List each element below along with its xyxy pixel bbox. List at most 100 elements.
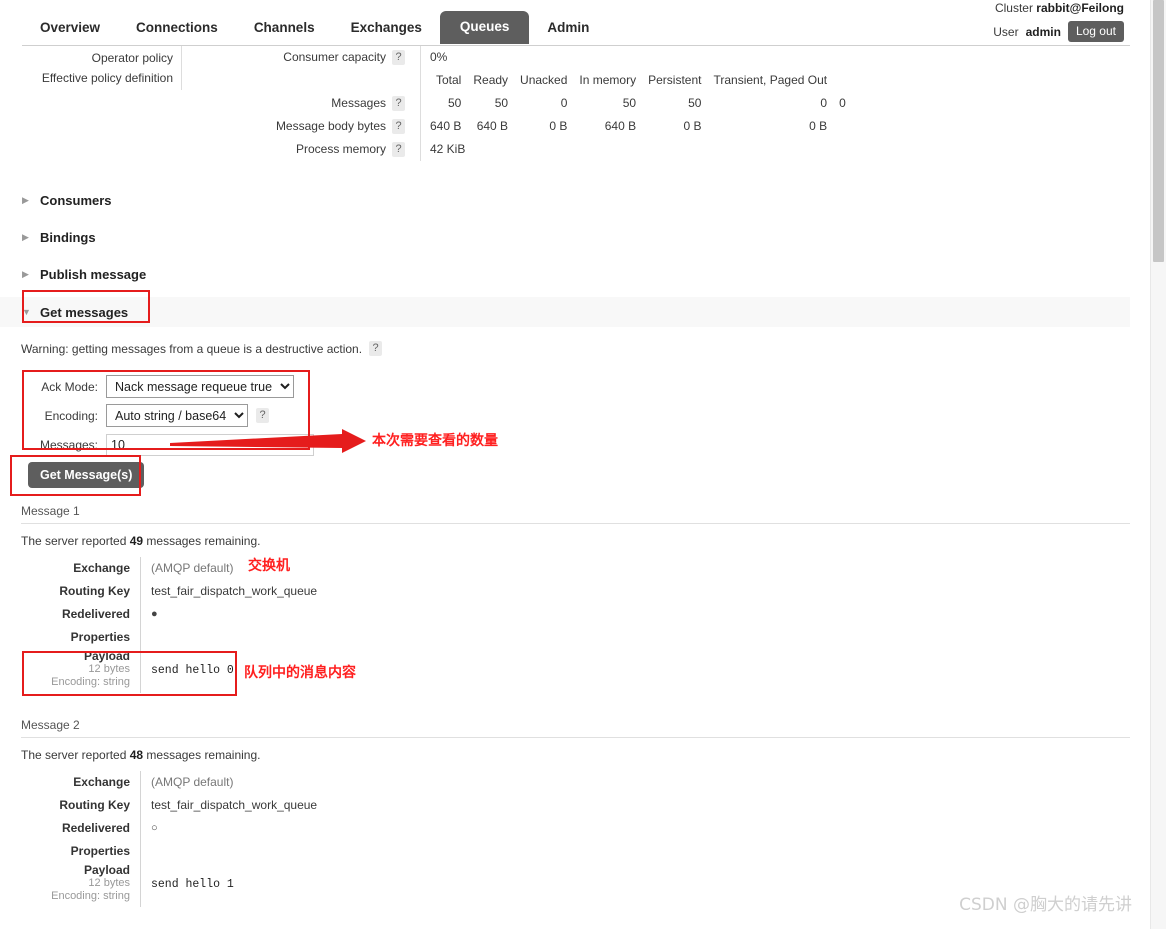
stats-table: 0% Total Ready Unacked In memory Persist… — [424, 46, 852, 161]
sidebar-item-consumers[interactable]: ▶ Consumers — [0, 185, 1130, 215]
process-memory-value: 42 KiB — [430, 142, 466, 156]
properties-label: Properties — [70, 630, 130, 644]
messages-total: 50 — [448, 96, 462, 110]
process-memory-row-label: Process memory ? — [190, 138, 405, 161]
encoding-select[interactable]: Auto string / base64 — [106, 404, 248, 427]
page-root: Overview Connections Channels Exchanges … — [0, 0, 1166, 929]
col-unacked: Unacked — [520, 73, 568, 87]
stat-label-spacer — [190, 69, 405, 92]
messages-row-label: Messages ? — [190, 92, 405, 115]
annotation-exchange: 交换机 — [248, 558, 290, 574]
payload-label: Payload — [83, 649, 130, 663]
messages-in-memory: 50 — [622, 96, 637, 110]
section-label-bindings: Bindings — [40, 229, 96, 245]
sidebar-item-bindings[interactable]: ▶ Bindings — [0, 222, 1130, 252]
report-count: 49 — [129, 534, 144, 548]
body-bytes-transient-paged-out: 0 B — [809, 119, 828, 133]
col-total: Total — [436, 73, 462, 87]
routing-key-value: test_fair_dispatch_work_queue — [140, 580, 440, 603]
col-ready: Ready — [473, 73, 509, 87]
payload-row: Payload 12 bytes Encoding: string send h… — [0, 863, 440, 907]
consumer-capacity-value: 0% — [430, 50, 448, 64]
sidebar-item-get-messages[interactable]: ▼ Get messages — [0, 297, 1130, 327]
help-icon[interactable]: ? — [256, 408, 269, 423]
help-icon[interactable]: ? — [392, 119, 405, 134]
message-2-rule — [21, 737, 1130, 738]
consumer-capacity-row-label: Consumer capacity ? — [190, 46, 405, 69]
stats-header-row: Total Ready Unacked In memory Persistent… — [424, 69, 852, 92]
message-2-title: Message 2 — [21, 718, 80, 732]
chevron-right-icon: ▶ — [22, 231, 29, 242]
logout-button[interactable]: Log out — [1067, 21, 1124, 42]
body-bytes-unacked: 0 B — [549, 119, 568, 133]
encoding-row: Encoding: Auto string / base64 ? — [26, 401, 314, 430]
chevron-right-icon: ▶ — [22, 268, 29, 279]
messages-count-label: Messages: — [39, 437, 98, 452]
messages-unacked: 0 — [560, 96, 568, 110]
report-pre: The server reported — [21, 748, 130, 762]
section-label-publish-message: Publish message — [40, 266, 147, 282]
body-bytes-extra — [833, 115, 852, 138]
policy-labels: Operator policy Effective policy definit… — [0, 46, 182, 90]
routing-key-label: Routing Key — [59, 584, 130, 598]
report-post: messages remaining. — [143, 748, 261, 762]
tab-overview[interactable]: Overview — [22, 13, 118, 44]
redelivered-value: ● — [140, 603, 440, 626]
vertical-scrollbar[interactable] — [1150, 0, 1166, 929]
get-messages-button[interactable]: Get Message(s) — [28, 462, 145, 488]
user-info: User admin Log out — [993, 21, 1124, 42]
user-name: admin — [1025, 24, 1061, 39]
report-count: 48 — [129, 748, 144, 762]
tab-connections[interactable]: Connections — [118, 13, 236, 44]
warning-text: Warning: getting messages from a queue i… — [21, 341, 363, 356]
operator-policy-label: Operator policy — [91, 51, 173, 65]
exchange-value: (AMQP default) — [140, 771, 440, 794]
watermark: CSDN @胸大的请先讲 — [959, 895, 1132, 915]
col-extra — [833, 69, 852, 92]
annotation-messages-count: 本次需要查看的数量 — [372, 433, 498, 449]
exchange-value: (AMQP default) — [140, 557, 440, 580]
routing-key-value: test_fair_dispatch_work_queue — [140, 794, 440, 817]
report-pre: The server reported — [21, 534, 130, 548]
table-row: Redelivered ● — [0, 603, 440, 626]
payload-size: 12 bytes — [88, 877, 130, 889]
tab-admin[interactable]: Admin — [529, 13, 607, 44]
scrollbar-thumb[interactable] — [1153, 0, 1164, 262]
section-label-consumers: Consumers — [40, 192, 112, 208]
ack-mode-label: Ack Mode: — [41, 379, 98, 394]
payload-value: send hello 1 — [140, 863, 234, 907]
table-row: 42 KiB — [424, 138, 852, 161]
help-icon[interactable]: ? — [392, 50, 405, 65]
messages-count-input[interactable] — [106, 433, 314, 456]
table-row: Properties — [0, 840, 440, 863]
table-row: 640 B 640 B 0 B 640 B 0 B 0 B — [424, 115, 852, 138]
payload-label: Payload — [83, 863, 130, 877]
sidebar-item-publish-message[interactable]: ▶ Publish message — [0, 259, 1130, 289]
messages-transient-paged-out: 0 — [820, 96, 828, 110]
table-row: Exchange (AMQP default) — [0, 771, 440, 794]
payload-label-block: Payload 12 bytes Encoding: string — [0, 863, 140, 907]
user-label: User — [993, 24, 1019, 39]
ack-mode-select[interactable]: Nack message requeue true — [106, 375, 294, 398]
ack-mode-row: Ack Mode: Nack message requeue true — [26, 372, 314, 401]
tab-queues[interactable]: Queues — [439, 11, 530, 44]
tab-exchanges[interactable]: Exchanges — [333, 13, 440, 44]
messages-label: Messages — [331, 96, 386, 110]
report-post: messages remaining. — [143, 534, 261, 548]
encoding-label: Encoding: — [44, 408, 98, 423]
help-icon[interactable]: ? — [369, 341, 383, 356]
payload-row: Payload 12 bytes Encoding: string send h… — [0, 649, 440, 693]
payload-value: send hello 0 — [140, 649, 234, 693]
redelivered-value: ○ — [140, 817, 440, 840]
message-2-details: Exchange (AMQP default) Routing Key test… — [0, 771, 440, 907]
properties-value — [140, 626, 440, 649]
tab-channels[interactable]: Channels — [236, 13, 333, 44]
message-1-title: Message 1 — [21, 504, 80, 518]
help-icon[interactable]: ? — [392, 142, 405, 157]
message-2-server-report: The server reported 48 messages remainin… — [21, 748, 260, 762]
messages-persistent: 50 — [688, 96, 702, 110]
help-icon[interactable]: ? — [392, 96, 405, 111]
body-bytes-total: 640 B — [430, 119, 462, 133]
table-row: 50 50 0 50 50 0 0 — [424, 92, 852, 115]
table-row: Exchange (AMQP default) — [0, 557, 440, 580]
